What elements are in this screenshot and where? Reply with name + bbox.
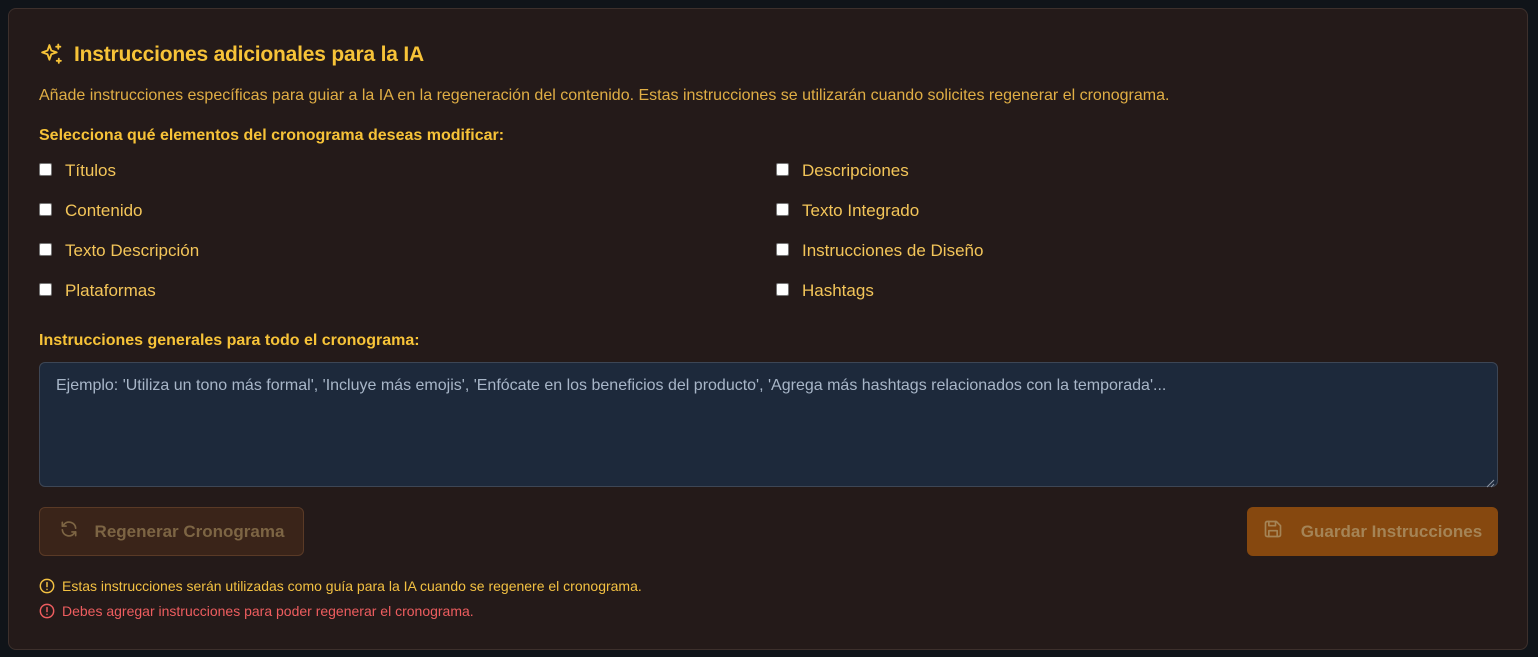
textarea-placeholder: Ejemplo: 'Utiliza un tono más formal', '… bbox=[56, 377, 1167, 394]
refresh-icon bbox=[59, 519, 79, 544]
resize-handle-icon[interactable] bbox=[1486, 475, 1495, 488]
sparkles-icon bbox=[39, 42, 64, 67]
checkbox-hashtags[interactable] bbox=[776, 283, 789, 296]
option-instrucciones-diseno[interactable]: Instrucciones de Diseño bbox=[776, 239, 1513, 263]
info-note-text: Estas instrucciones serán utilizadas com… bbox=[62, 578, 642, 594]
panel-title: Instrucciones adicionales para la IA bbox=[74, 42, 424, 66]
checkbox-contenido[interactable] bbox=[39, 203, 52, 216]
option-label: Contenido bbox=[65, 201, 143, 220]
save-button-label: Guardar Instrucciones bbox=[1300, 521, 1483, 541]
checkbox-texto-integrado[interactable] bbox=[776, 203, 789, 216]
error-alert-icon bbox=[39, 603, 55, 619]
panel-header: Instrucciones adicionales para la IA bbox=[39, 42, 424, 67]
checkbox-texto-descripcion[interactable] bbox=[39, 243, 52, 256]
general-instructions-textarea[interactable]: Ejemplo: 'Utiliza un tono más formal', '… bbox=[39, 362, 1498, 488]
info-alert-icon bbox=[39, 578, 55, 594]
general-instructions-label: Instrucciones generales para todo el cro… bbox=[39, 332, 420, 349]
checkbox-descripciones[interactable] bbox=[776, 163, 789, 176]
option-label: Plataformas bbox=[65, 281, 156, 300]
option-label: Texto Descripción bbox=[65, 241, 200, 260]
elements-section-label: Selecciona qué elementos del cronograma … bbox=[39, 127, 505, 144]
option-hashtags[interactable]: Hashtags bbox=[776, 279, 1513, 303]
option-label: Descripciones bbox=[802, 161, 909, 180]
option-plataformas[interactable]: Plataformas bbox=[39, 279, 776, 303]
info-note: Estas instrucciones serán utilizadas com… bbox=[39, 578, 642, 594]
option-texto-integrado[interactable]: Texto Integrado bbox=[776, 199, 1513, 223]
option-descripciones[interactable]: Descripciones bbox=[776, 159, 1513, 183]
save-icon bbox=[1263, 519, 1283, 544]
option-label: Texto Integrado bbox=[802, 201, 920, 220]
option-titulos[interactable]: Títulos bbox=[39, 159, 776, 183]
option-label: Títulos bbox=[65, 161, 117, 180]
option-label: Hashtags bbox=[802, 281, 874, 300]
checkbox-titulos[interactable] bbox=[39, 163, 52, 176]
panel-description: Añade instrucciones específicas para gui… bbox=[39, 87, 1170, 104]
checkbox-instrucciones-diseno[interactable] bbox=[776, 243, 789, 256]
regenerate-button-label: Regenerar Cronograma bbox=[94, 521, 285, 541]
regenerate-button[interactable]: Regenerar Cronograma bbox=[39, 507, 304, 556]
option-texto-descripcion[interactable]: Texto Descripción bbox=[39, 239, 776, 263]
checkbox-plataformas[interactable] bbox=[39, 283, 52, 296]
save-instructions-button[interactable]: Guardar Instrucciones bbox=[1247, 507, 1498, 556]
ai-instructions-panel: Instrucciones adicionales para la IA Aña… bbox=[8, 8, 1528, 650]
error-note: Debes agregar instrucciones para poder r… bbox=[39, 603, 474, 619]
option-contenido[interactable]: Contenido bbox=[39, 199, 776, 223]
option-label: Instrucciones de Diseño bbox=[802, 241, 984, 260]
elements-checkbox-group: Títulos Descripciones Contenido Texto In… bbox=[39, 159, 1519, 303]
error-note-text: Debes agregar instrucciones para poder r… bbox=[62, 603, 474, 619]
